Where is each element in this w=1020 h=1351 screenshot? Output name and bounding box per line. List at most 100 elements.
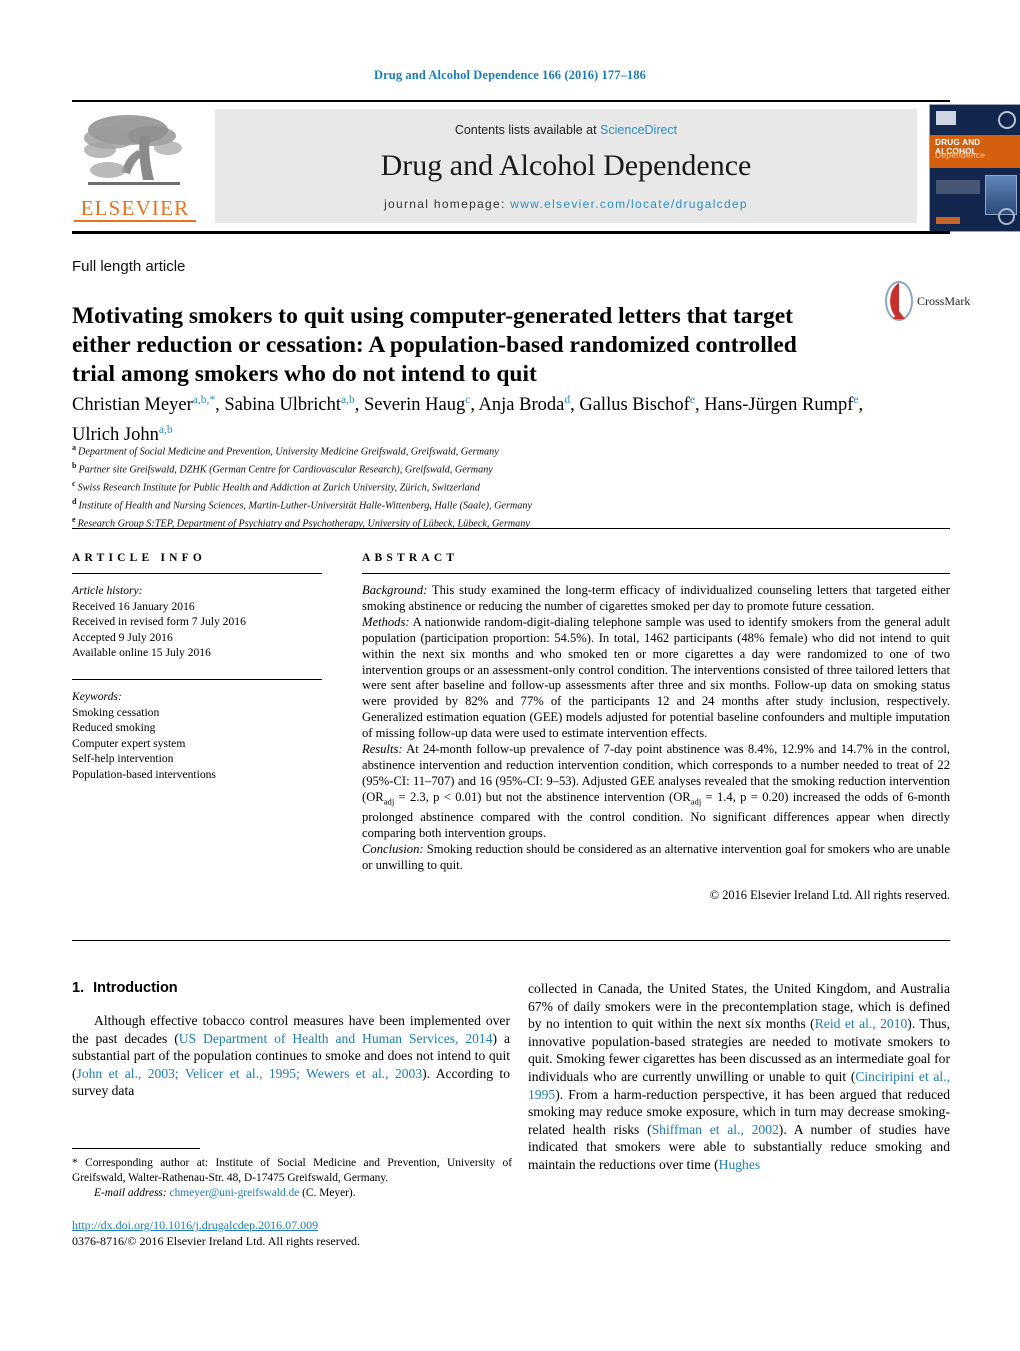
author-item: Gallus Bischofe <box>579 394 695 415</box>
abstract-or-subscript: adj <box>383 796 395 807</box>
abstract-methods-text: A nationwide random-digit-dialing teleph… <box>362 614 950 741</box>
section-title: Introduction <box>93 980 178 996</box>
section-heading-introduction: 1. Introduction <box>72 980 510 996</box>
author-affil-marker: e <box>689 394 695 406</box>
abstract-background-label: Background: <box>362 583 428 597</box>
cover-text-block <box>936 180 980 194</box>
email-address-link[interactable]: chmeyer@uni-greifswald.de <box>170 1187 300 1199</box>
cover-logo-mark <box>936 111 956 125</box>
abstract-conclusion-text: Smoking reduction should be considered a… <box>362 842 950 872</box>
citation-link[interactable]: US Department of Health and Human Servic… <box>179 1031 493 1046</box>
cover-footer-bar <box>936 217 960 224</box>
crossmark-label: CrossMark <box>917 294 971 308</box>
body-column-right: collected in Canada, the United States, … <box>528 980 950 1174</box>
abstract-results-label: Results: <box>362 742 403 757</box>
author-name: Hans-Jürgen Rumpf <box>704 395 854 416</box>
author-name: Sabina Ulbricht <box>224 395 341 416</box>
affiliation-text: Partner site Greifswald, DZHK (German Ce… <box>78 464 493 476</box>
keyword-item: Smoking cessation <box>72 705 160 719</box>
affiliation-list: a Department of Social Medicine and Preve… <box>72 441 872 531</box>
cover-badge-icon <box>998 111 1016 129</box>
elsevier-logo: ELSEVIER <box>72 108 198 230</box>
article-info-column: ARTICLE INFO Article history: Received 1… <box>72 552 322 783</box>
footnote-text: Corresponding author at: Institute of So… <box>72 1157 512 1184</box>
journal-title: Drug and Alcohol Dependence <box>380 149 752 182</box>
author-list: Christian Meyera,b,*, Sabina Ulbrichta,b… <box>72 394 864 446</box>
footnote-email-line: E-mail address: chmeyer@uni-greifswald.d… <box>72 1186 512 1201</box>
citation-link[interactable]: Hughes <box>719 1157 761 1172</box>
keywords-divider <box>72 678 322 680</box>
keyword-item: Self-help intervention <box>72 752 174 766</box>
cover-title-line2: Dependence <box>935 150 986 160</box>
author-item: Severin Haugc <box>363 394 471 416</box>
author-name: Anja Broda <box>478 395 565 416</box>
author-affil-marker: a,b <box>158 424 173 437</box>
affiliation-item: c Swiss Research Institute for Public Hea… <box>72 477 872 495</box>
email-address-label: E-mail address: <box>94 1187 167 1199</box>
affiliation-marker: e <box>72 514 76 524</box>
author-name: Severin Haug <box>363 395 466 416</box>
keyword-item: Computer expert system <box>72 736 186 750</box>
article-type-label: Full length article <box>72 258 186 275</box>
sciencedirect-link[interactable]: ScienceDirect <box>600 123 677 137</box>
author-item: Hans-Jürgen Rumpfe <box>704 394 859 416</box>
article-info-divider <box>72 573 322 574</box>
author-affil-marker: a,b <box>341 394 355 406</box>
abstract-heading: ABSTRACT <box>362 552 459 564</box>
citation-link[interactable]: Reid et al., 2010 <box>815 1016 908 1031</box>
article-history-item: Received in revised form 7 July 2016 <box>72 615 246 629</box>
affiliation-item: d Institute of Health and Nursing Science… <box>72 495 872 513</box>
section-number: 1. <box>72 980 85 996</box>
abstract-methods-label: Methods: <box>362 614 410 629</box>
author-item: Sabina Ulbrichta,b <box>224 394 355 416</box>
article-info-heading: ARTICLE INFO <box>72 552 207 564</box>
article-history-item: Received 16 January 2016 <box>72 599 195 613</box>
author-affil-marker: c <box>465 394 471 406</box>
abstract-background-text: This study examined the long-term effica… <box>362 583 951 613</box>
affiliation-marker: a <box>72 443 76 452</box>
keywords-title: Keywords: <box>72 689 122 703</box>
author-item: Christian Meyera,b,* <box>72 394 216 416</box>
keyword-item: Reduced smoking <box>72 721 156 735</box>
page-title: Motivating smokers to quit using compute… <box>72 302 797 387</box>
masthead-rule-top <box>72 100 950 102</box>
abstract-column: ABSTRACT Background: This study examined… <box>362 552 950 903</box>
author-affil-marker: d <box>564 394 571 406</box>
doi-link[interactable]: http://dx.doi.org/10.1016/j.drugalcdep.2… <box>72 1218 318 1233</box>
abstract-methods: Methods: A nationwide random-digit-diali… <box>362 615 950 742</box>
cover-publisher-icon <box>998 208 1015 225</box>
body-column-left: 1. Introduction Although effective tobacc… <box>72 980 510 1100</box>
article-history-item: Accepted 9 July 2016 <box>72 630 173 644</box>
affiliation-text: Institute of Health and Nursing Sciences… <box>78 500 532 512</box>
journal-band: Contents lists available at ScienceDirec… <box>215 109 917 223</box>
affiliation-text: Swiss Research Institute for Public Heal… <box>77 482 480 494</box>
citation-link[interactable]: Shiffman et al., 2002 <box>652 1122 779 1137</box>
affiliation-marker: b <box>72 460 77 470</box>
affiliation-text: Department of Social Medicine and Preven… <box>78 446 499 458</box>
paper-page: Drug and Alcohol Dependence 166 (2016) 1… <box>0 0 1020 1351</box>
journal-homepage-line: journal homepage: www.elsevier.com/locat… <box>215 197 917 211</box>
affiliation-item: a Department of Social Medicine and Preve… <box>72 441 872 459</box>
masthead-rule-bottom <box>72 231 950 234</box>
keyword-item: Population-based interventions <box>72 767 216 781</box>
abstract-divider <box>362 573 950 574</box>
author-affil-marker: a,b,* <box>192 394 216 406</box>
email-address-suffix: (C. Meyer). <box>299 1187 356 1199</box>
homepage-label: journal homepage: <box>384 197 506 211</box>
abstract-conclusion: Conclusion: Smoking reduction should be … <box>362 842 950 874</box>
abstract-band-rule-top <box>72 528 950 529</box>
crossmark-badge[interactable]: CrossMark <box>884 281 970 327</box>
elsevier-wordmark: ELSEVIER <box>80 196 190 220</box>
author-affil-marker: e <box>853 394 859 406</box>
abstract-or-subscript: adj <box>690 796 702 807</box>
journal-masthead: ELSEVIER Contents lists available at Sci… <box>72 100 1020 234</box>
citation-link[interactable]: John et al., 2003; Velicer et al., 1995;… <box>77 1066 423 1081</box>
keywords-block: Keywords: Smoking cessation Reduced smok… <box>72 678 322 783</box>
running-head: Drug and Alcohol Dependence 166 (2016) 1… <box>374 68 646 82</box>
author-name: Christian Meyer <box>72 395 193 416</box>
homepage-url[interactable]: www.elsevier.com/locate/drugalcdep <box>510 197 748 211</box>
abstract-results: Results: At 24-month follow-up prevalenc… <box>362 742 950 842</box>
elsevier-underline <box>74 220 196 222</box>
abstract-band-rule-bottom <box>72 940 950 941</box>
contents-prefix: Contents lists available at <box>454 123 601 137</box>
